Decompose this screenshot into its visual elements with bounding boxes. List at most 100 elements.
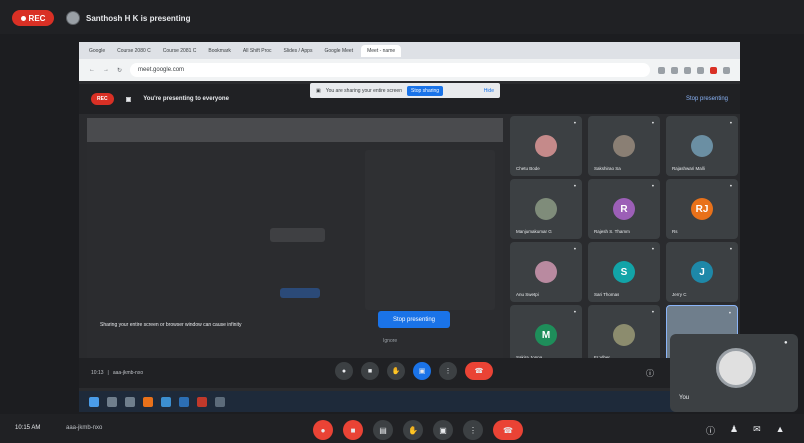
browser-tab[interactable]: Google [85,47,109,55]
presenter-text: Santhosh H K is presenting [86,13,191,23]
chat-icon[interactable]: ✉ [753,424,761,437]
inner-footer-time: 10:13 [91,370,104,376]
captions-button[interactable]: ▤ [373,420,393,440]
participant-name: Sakshirao Sa [594,166,621,171]
call-controls: ● ■ ▤ ✋ ▣ ⋮ ☎ [313,420,523,440]
people-icon[interactable]: ♟ [730,424,738,437]
screen-share-notification: ▣ You are sharing your entire screen Sto… [310,83,500,98]
nested-grid [365,150,495,310]
app-icon[interactable] [197,396,207,407]
back-icon[interactable]: ← [89,67,95,73]
nested-control [270,228,325,242]
reload-icon[interactable]: ↻ [117,67,122,74]
inner-rec-badge: REC [91,93,114,105]
participant-tile[interactable]: • Rajashwari Malli [666,116,738,176]
info-icon[interactable]: ⓘ [706,424,715,437]
participant-tile[interactable]: •Fr Viber [588,305,660,365]
participant-tile[interactable]: • Anu Swetpi [510,242,582,302]
side-panel-controls: ⓘ ♟ ✉ ▲ [706,424,785,437]
menu-icon[interactable] [723,66,730,74]
participant-tile[interactable]: • J Jerry C [666,242,738,302]
participant-tile[interactable]: • Chetu Bode [510,116,582,176]
hand-icon[interactable]: ✋ [387,362,405,380]
mic-muted-button[interactable]: ● [313,420,333,440]
participant-tile[interactable]: • Manjumakumar G [510,179,582,239]
mic-status-icon: • [651,184,654,190]
browser-tab[interactable]: Google Meet [320,47,357,55]
presenter-indicator: Santhosh H K is presenting [66,10,190,26]
infinity-warning: Sharing your entire screen or browser wi… [100,322,242,328]
browser-tab[interactable]: All Shift Proc [239,47,276,55]
inner-footer-code: aaa-jkmb-nxo [112,370,144,376]
app-icon[interactable] [215,396,225,407]
ignore-link[interactable]: Ignore [383,338,397,344]
share-icon: ▣ [316,87,321,94]
presenter-avatar [66,11,80,25]
participant-tile[interactable]: • Sakshirao Sa [588,116,660,176]
browser-tab[interactable]: Bookmark [204,47,235,55]
inner-presentation-toolbar [87,118,503,142]
activities-icon[interactable]: ▲ [776,424,785,437]
mic-status-icon: • [573,310,576,316]
leave-call-button[interactable]: ☎ [493,420,523,440]
share-text: You are sharing your entire screen [325,87,402,94]
extension-icon[interactable] [684,66,691,74]
participant-tile[interactable]: •MSakira Jonna [510,305,582,365]
participant-tile[interactable]: • RJ Rs [666,179,738,239]
forward-icon[interactable]: → [103,67,109,73]
participant-tile[interactable]: • S Sari Thomas [588,242,660,302]
leave-call-icon[interactable]: ☎ [465,362,493,380]
extension-icon[interactable] [697,66,704,74]
windows-start-icon[interactable] [89,396,99,407]
more-options-icon[interactable]: ⋮ [439,362,457,380]
browser-tab[interactable]: Slides / Apps [280,47,317,55]
mic-icon[interactable]: ● [335,362,353,380]
nested-button [280,288,320,298]
mic-status-icon: • [729,184,732,190]
participant-name: Rajashwari Malli [672,166,705,171]
present-button[interactable]: ▣ [433,420,453,440]
camera-off-button[interactable]: ■ [343,420,363,440]
browser-tab[interactable]: Course 2081 C [159,47,201,55]
participant-avatar [535,135,557,157]
stop-presenting-button[interactable]: Stop presenting [378,311,450,328]
app-icon[interactable] [143,396,153,407]
info-icon[interactable]: ⓘ [646,368,654,379]
participant-name: Chetu Bode [516,166,540,171]
footer-separator: | [107,370,109,376]
mic-status-icon: • [729,121,732,127]
participant-name: Rajesh S. Thamm [594,229,630,234]
record-dot-icon [20,15,26,21]
participant-avatar: J [691,261,713,283]
task-view-icon[interactable] [125,396,135,407]
inner-presenting-text: You're presenting to everyone [143,96,229,102]
camera-icon[interactable]: ■ [361,362,379,380]
extension-icon[interactable] [671,66,678,74]
inner-stop-presenting-link[interactable]: Stop presenting [686,96,728,102]
browser-tab-active[interactable]: Meet - name [361,44,402,57]
participant-tile[interactable]: • R Rajesh S. Thamm [588,179,660,239]
extension-icons [658,66,730,74]
app-icon[interactable] [161,396,171,407]
mic-status-icon: • [573,247,576,253]
stop-sharing-button[interactable]: Stop sharing [406,85,444,96]
extension-icon[interactable] [710,66,717,74]
app-icon[interactable] [179,396,189,407]
hide-button[interactable]: Hide [484,88,494,94]
mic-status-icon: • [651,310,654,316]
participant-avatar [535,198,557,220]
raise-hand-button[interactable]: ✋ [403,420,423,440]
participant-avatar [613,135,635,157]
mic-off-icon: ● [784,340,788,346]
mic-status-icon: • [573,184,576,190]
browser-tab[interactable]: Course 2080 C [113,47,155,55]
participant-avatar [691,135,713,157]
present-screen-icon[interactable]: ▣ [413,362,431,380]
url-input[interactable]: meet.google.com [130,63,650,77]
extension-icon[interactable] [658,66,665,74]
browser-address-bar: ← → ↻ meet.google.com [79,59,740,81]
participant-name: Anu Swetpi [516,292,539,297]
search-icon[interactable] [107,396,117,407]
more-options-button[interactable]: ⋮ [463,420,483,440]
self-avatar [716,348,756,388]
